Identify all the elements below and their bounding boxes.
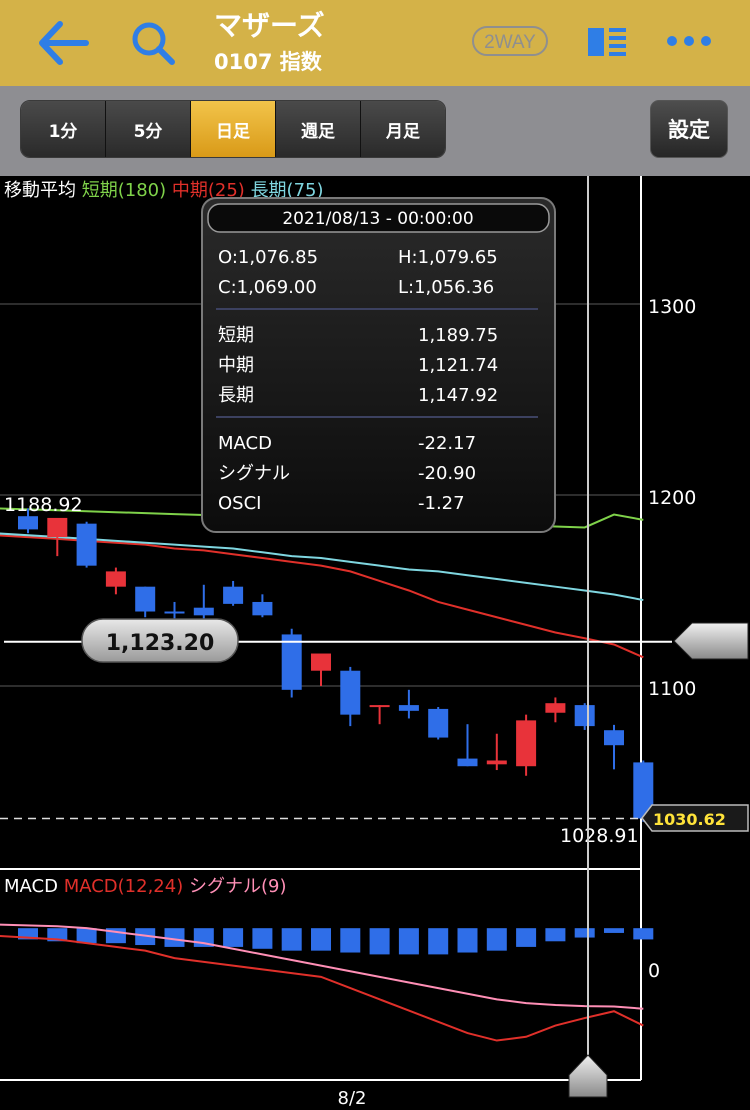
osci-bar [574,928,595,938]
candle-body [574,705,595,727]
tooltip-ma-long-value: 1,147.92 [418,385,498,406]
osci-bar [428,928,449,955]
tab-5min[interactable]: 5分 [106,101,191,157]
tooltip-signal-label: シグナル [218,463,290,484]
price-chart[interactable]: 1300 1200 1100 移動平均 短期(180) 中期(25) 長期(75… [0,176,750,1110]
ohlc-tooltip: 2021/08/13 - 00:00:00 O:1,076.85 H:1,079… [201,197,556,533]
layout-toggle-icon[interactable] [588,26,628,58]
osci-bar [633,928,654,940]
settings-button[interactable]: 設定 [650,100,728,158]
osci-bar [398,928,419,955]
candle-body [164,611,185,614]
index-code: 0107 指数 [214,50,322,74]
tooltip-ma-mid-value: 1,121.74 [418,355,498,376]
candle-body [369,705,390,708]
timeframe-tabs: 1分 5分 日足 週足 月足 [20,100,446,158]
twoway-button[interactable]: 2WAY [472,26,548,56]
candle-body [545,703,566,713]
candle-body [223,586,244,604]
osci-bar [223,928,244,947]
tooltip-macd-label: MACD [218,433,272,454]
candle-body [18,516,38,530]
ma-legend-prefix: 移動平均 [4,180,76,201]
tooltip-signal-value: -20.90 [418,463,476,484]
tab-monthly[interactable]: 月足 [361,101,445,157]
y-tick-label: 1300 [648,296,696,318]
macd-panel-label: MACD [4,876,58,897]
crosshair-drag-handle[interactable] [673,622,749,660]
y-tick-label: 1200 [648,487,696,509]
tooltip-macd-value: -22.17 [418,433,476,454]
tab-weekly[interactable]: 週足 [276,101,361,157]
signal-series-legend: シグナル(9) [189,876,287,897]
min-price-label: 1028.91 [560,825,639,847]
osci-bar [369,928,390,955]
macd-line [0,935,644,1042]
back-arrow-icon[interactable] [36,18,90,68]
candle-body [311,653,331,671]
osci-bar [340,928,361,953]
search-icon[interactable] [128,18,178,68]
tooltip-high: H:1,079.65 [398,247,498,268]
candle-body [135,586,156,612]
tooltip-open: O:1,076.85 [218,247,318,268]
ma-short-legend: 短期(180) [82,180,166,201]
last-price-value: 1030.62 [653,810,726,829]
more-icon[interactable] [666,28,712,54]
macd-zero-label: 0 [648,960,660,982]
candle-body [47,517,68,538]
x-date-label: 8/2 [338,1088,367,1109]
candle-body [516,720,537,767]
macd-panel [0,923,654,1042]
osci-bar [281,928,302,951]
macd-legend: MACD MACD(12,24) シグナル(9) [4,876,286,897]
osci-bar [604,928,624,933]
tab-1min[interactable]: 1分 [21,101,106,157]
candle-body [105,571,126,587]
tooltip-date: 2021/08/13 - 00:00:00 [282,209,473,229]
osci-bar [486,928,507,951]
candle-body [604,730,624,746]
tooltip-ma-short-label: 短期 [218,325,254,346]
osci-bar [545,928,566,942]
candle-body [193,607,214,616]
candle-body [281,634,302,690]
candle-body [457,758,478,767]
crosshair-price-value: 1,123.20 [106,631,215,656]
crosshair-time-handle[interactable] [568,1054,608,1098]
max-price-label: 1188.92 [4,494,83,516]
tooltip-osci-value: -1.27 [418,493,465,514]
tooltip-osci-label: OSCI [218,493,261,514]
y-tick-label: 1100 [648,678,696,700]
app-header: マザーズ 0107 指数 2WAY [0,0,750,86]
tooltip-ma-short-value: 1,189.75 [418,325,498,346]
tooltip-ma-long-label: 長期 [218,385,254,406]
tooltip-ma-mid-label: 中期 [218,355,254,376]
candlesticks [18,508,654,822]
macd-series-legend: MACD(12,24) [64,876,184,897]
osci-bar [252,928,273,949]
osci-bar [311,928,331,951]
page-title: マザーズ [214,9,325,42]
candle-body [428,708,449,738]
osci-bar [457,928,478,953]
candle-body [398,705,419,711]
osci-bar [76,928,97,944]
tab-daily[interactable]: 日足 [191,101,276,157]
last-price-badge: 1030.62 [641,804,749,832]
candle-body [486,760,507,765]
crosshair-price-pill[interactable]: 1,123.20 [81,618,239,663]
tooltip-close: C:1,069.00 [218,277,317,298]
candle-body [76,523,97,566]
candle-body [252,601,273,616]
osci-bar [516,928,537,947]
tooltip-low: L:1,056.36 [398,277,494,298]
candle-body [340,670,361,715]
